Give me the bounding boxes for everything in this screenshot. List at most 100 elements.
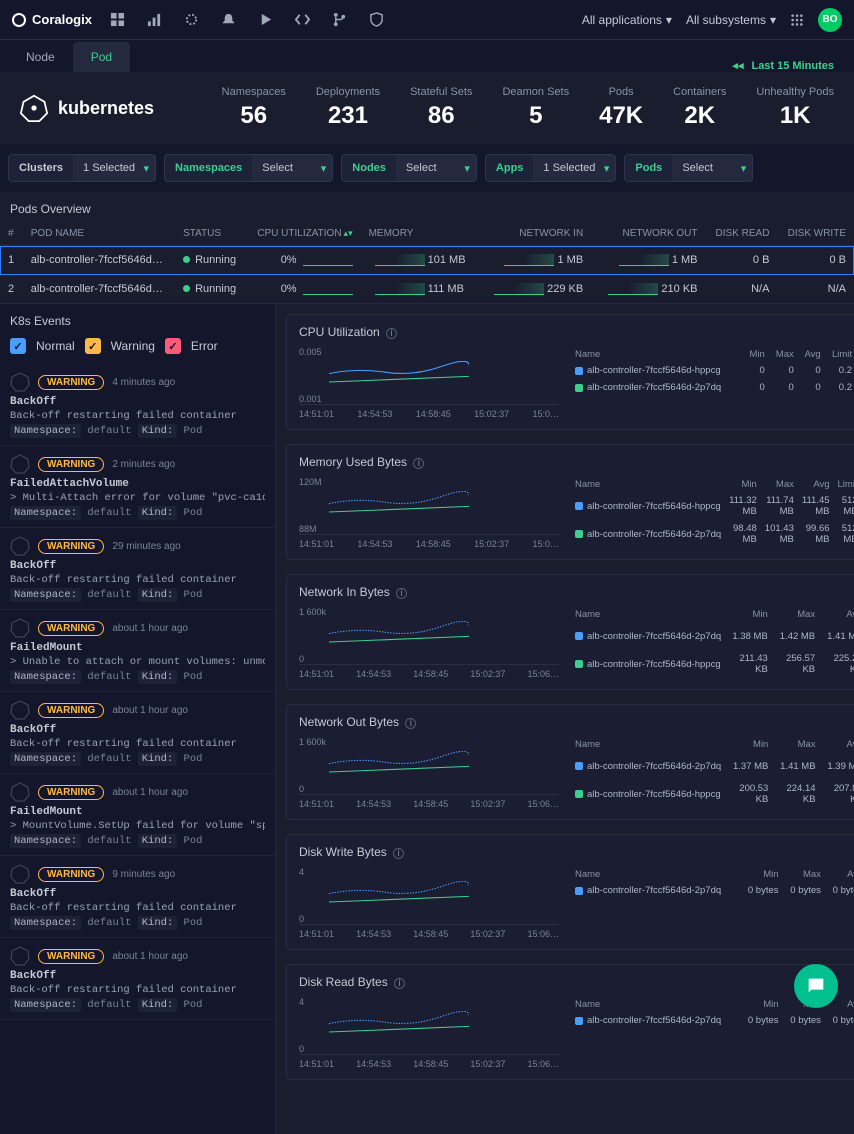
info-icon[interactable]: i (396, 588, 407, 599)
filter-clusters[interactable]: 1 Selected (73, 155, 155, 181)
event-item[interactable]: WARNING 9 minutes ago BackOff Back-off r… (0, 856, 275, 938)
pod-row[interactable]: 2 alb-controller-7fccf5646d… Running 0% … (0, 275, 854, 304)
info-icon[interactable]: i (394, 978, 405, 989)
legend-table: NameMinMaxAvgSumalb-controller-7fccf5646… (571, 997, 854, 1069)
event-time: 29 minutes ago (112, 541, 180, 552)
events-title: K8s Events (10, 314, 71, 328)
legend-table: NameMinMaxAvgLimitRequestsalb-controller… (571, 477, 854, 549)
panel-netout: Network Out Bytes i 1 600k 0 14:51:0114:… (286, 704, 854, 820)
filter-clusters-label: Clusters (9, 155, 73, 181)
subsystems-dropdown[interactable]: All subsystems▾ (686, 13, 776, 27)
stat-containers: Containers 2K (673, 86, 726, 130)
apps-grid-icon[interactable] (790, 13, 804, 27)
event-type: BackOff (10, 888, 265, 900)
filter-normal-checkbox[interactable]: ✓ (10, 338, 26, 354)
event-message: Back-off restarting failed container (10, 984, 265, 996)
event-meta: Namespace: default Kind: Pod (10, 671, 265, 683)
col-diskwrite[interactable]: DISK WRITE (777, 222, 854, 246)
event-level-badge: WARNING (38, 867, 104, 882)
col-netout[interactable]: NETWORK OUT (591, 222, 705, 246)
filter-bar: Clusters1 Selected NamespacesSelect Node… (0, 144, 854, 192)
event-item[interactable]: WARNING 2 minutes ago FailedAttachVolume… (0, 446, 275, 528)
stat-unhealthy-pods: Unhealthy Pods 1K (756, 86, 834, 130)
filter-pods-label: Pods (625, 155, 672, 181)
info-icon[interactable]: i (413, 458, 424, 469)
gear-icon[interactable] (184, 12, 199, 27)
event-item[interactable]: WARNING about 1 hour ago BackOff Back-of… (0, 938, 275, 1020)
logo-icon (12, 13, 26, 27)
bars-icon[interactable] (147, 12, 162, 27)
chart: 1 600k 0 14:51:0114:54:5314:58:4515:02:3… (299, 737, 559, 809)
time-range-picker[interactable]: ◂◂ Last 15 Minutes (732, 59, 846, 72)
panel-title: CPU Utilization i (299, 325, 854, 339)
col-status[interactable]: STATUS (175, 222, 246, 246)
k8s-header: kubernetes Namespaces 56 Deployments 231… (0, 72, 854, 144)
applications-dropdown[interactable]: All applications▾ (582, 13, 672, 27)
brand-name: Coralogix (32, 12, 92, 27)
event-level-badge: WARNING (38, 539, 104, 554)
branch-icon[interactable] (332, 12, 347, 27)
pods-table: # POD NAME STATUS CPU UTILIZATION▴▾ MEMO… (0, 222, 854, 304)
filter-nodes[interactable]: Select (396, 155, 476, 181)
filter-apps[interactable]: 1 Selected (533, 155, 615, 181)
legend-table: NameMinMaxAvgLimitRequestsalb-controller… (571, 347, 854, 419)
brand-logo[interactable]: Coralogix (12, 12, 92, 27)
filter-pods[interactable]: Select (672, 155, 752, 181)
stat-pods: Pods 47K (599, 86, 643, 130)
legend-table: NameMinMaxAvgSumalb-controller-7fccf5646… (571, 737, 854, 809)
event-time: about 1 hour ago (112, 705, 188, 716)
code-icon[interactable] (295, 12, 310, 27)
shield-icon[interactable] (369, 12, 384, 27)
play-icon[interactable] (258, 12, 273, 27)
event-meta: Namespace: default Kind: Pod (10, 753, 265, 765)
time-prev-icon[interactable]: ◂◂ (732, 59, 743, 72)
event-level-badge: WARNING (38, 375, 104, 390)
info-icon[interactable]: i (405, 718, 416, 729)
avatar[interactable]: BO (818, 8, 842, 32)
collapse-icon[interactable] (251, 314, 265, 328)
event-level-badge: WARNING (38, 703, 104, 718)
legend-table: NameMinMaxAvgSumalb-controller-7fccf5646… (571, 607, 854, 679)
col-diskread[interactable]: DISK READ (706, 222, 778, 246)
filter-warning-checkbox[interactable]: ✓ (85, 338, 101, 354)
event-level-badge: WARNING (38, 785, 104, 800)
dashboard-icon[interactable] (110, 12, 125, 27)
event-item[interactable]: WARNING about 1 hour ago BackOff Back-of… (0, 692, 275, 774)
event-meta: Namespace: default Kind: Pod (10, 999, 265, 1011)
event-type: BackOff (10, 560, 265, 572)
filter-error-checkbox[interactable]: ✓ (165, 338, 181, 354)
chat-button[interactable] (794, 964, 838, 1008)
tab-node[interactable]: Node (8, 42, 73, 72)
col-memory[interactable]: MEMORY (361, 222, 477, 246)
events-sidebar: K8s Events ✓Normal ✓Warning ✓Error WARNI… (0, 304, 276, 1134)
info-icon[interactable]: i (393, 848, 404, 859)
pod-row[interactable]: 1 alb-controller-7fccf5646d… Running 0% … (0, 246, 854, 275)
event-source-icon (10, 782, 30, 802)
tab-pod[interactable]: Pod (73, 42, 130, 72)
event-item[interactable]: WARNING about 1 hour ago FailedMount > M… (0, 774, 275, 856)
panel-cpu: CPU Utilization i 0.005 0.001 14:51:0114… (286, 314, 854, 430)
col-num[interactable]: # (0, 222, 23, 246)
panel-dread: Disk Read Bytes i 4 0 14:51:0114:54:5314… (286, 964, 854, 1080)
event-item[interactable]: WARNING 4 minutes ago BackOff Back-off r… (0, 364, 275, 446)
panel-netin: Network In Bytes i 1 600k 0 14:51:0114:5… (286, 574, 854, 690)
event-message: Back-off restarting failed container (10, 574, 265, 586)
col-netin[interactable]: NETWORK IN (477, 222, 591, 246)
stat-deployments: Deployments 231 (316, 86, 380, 130)
event-type: BackOff (10, 396, 265, 408)
col-podname[interactable]: POD NAME (23, 222, 175, 246)
event-item[interactable]: WARNING about 1 hour ago FailedMount > U… (0, 610, 275, 692)
event-source-icon (10, 618, 30, 638)
info-icon[interactable]: i (386, 328, 397, 339)
event-message: > Multi-Attach error for volume "pvc-ca1… (10, 492, 265, 504)
bell-icon[interactable] (221, 12, 236, 27)
chart: 1 600k 0 14:51:0114:54:5314:58:4515:02:3… (299, 607, 559, 679)
chart: 4 0 14:51:0114:54:5314:58:4515:02:3715:0… (299, 867, 559, 939)
event-source-icon (10, 454, 30, 474)
k8s-title: kubernetes (58, 98, 154, 119)
col-cpu[interactable]: CPU UTILIZATION▴▾ (246, 222, 361, 246)
metrics-main: CPU Utilization i 0.005 0.001 14:51:0114… (276, 304, 854, 1134)
event-item[interactable]: WARNING 29 minutes ago BackOff Back-off … (0, 528, 275, 610)
panel-title: Disk Read Bytes i (299, 975, 854, 989)
filter-namespaces[interactable]: Select (252, 155, 332, 181)
